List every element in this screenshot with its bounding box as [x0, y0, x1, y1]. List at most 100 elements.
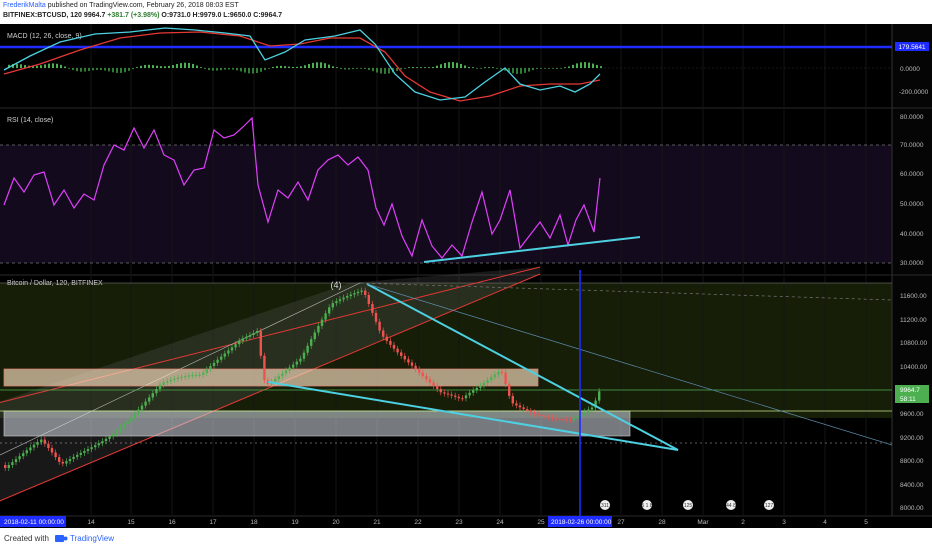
countdown-badge-text: 58:11 [900, 396, 916, 403]
candle [187, 375, 190, 377]
macd-histogram-bar [168, 65, 170, 68]
candle [554, 418, 558, 420]
event-marker-label: 311 [601, 503, 609, 509]
candle [493, 374, 496, 378]
macd-histogram-bar [184, 62, 186, 68]
time-axis-label: 23 [455, 519, 463, 526]
rsi-title: RSI (14, close) [7, 117, 53, 124]
macd-histogram-bar [500, 68, 502, 70]
macd-histogram-bar [564, 67, 566, 68]
macd-histogram-bar [124, 68, 126, 73]
macd-histogram-bar [356, 68, 358, 69]
candle [572, 418, 576, 420]
candle [108, 436, 111, 439]
candle [533, 412, 536, 414]
macd-histogram-bar [436, 65, 438, 68]
author-name[interactable]: FrederikMalta [3, 2, 46, 9]
macd-histogram-bar [536, 68, 538, 69]
macd-histogram-bar [576, 63, 578, 68]
candle [65, 461, 68, 464]
candle [385, 336, 388, 341]
candle [263, 355, 266, 381]
tradingview-logo-icon[interactable] [54, 533, 68, 544]
candle [47, 443, 50, 449]
tradingview-brand[interactable]: TradingView [70, 534, 114, 543]
candle [526, 409, 529, 411]
price-tick-8400: 8400.00 [900, 482, 924, 489]
candle [295, 361, 298, 365]
macd-histogram-bar [472, 67, 474, 68]
macd-histogram-bar [104, 68, 106, 71]
macd-histogram-bar [552, 68, 554, 69]
macd-histogram-bar [324, 63, 326, 68]
macd-histogram-bar [328, 64, 330, 68]
candle [227, 350, 230, 354]
macd-histogram-bar [336, 67, 338, 68]
price-axis[interactable] [892, 24, 932, 516]
macd-histogram-bar [524, 68, 526, 73]
candle [281, 373, 284, 377]
rsi-tick-60: 60.0000 [900, 171, 924, 178]
macd-histogram-bar [80, 68, 82, 72]
candle [223, 353, 226, 357]
candle [331, 303, 334, 308]
high-value: H:9979.0 [192, 12, 222, 19]
candle [403, 355, 406, 360]
candle [162, 382, 165, 385]
candle [230, 347, 234, 351]
event-marker[interactable]: 311 [600, 500, 610, 510]
price-tick-10800: 10800.00 [900, 340, 927, 347]
candle [522, 407, 525, 410]
candle [410, 362, 414, 366]
candle [256, 330, 259, 334]
chart-canvas[interactable]: MACD (12, 26, close, 9) 179.5641 0.0000 … [0, 24, 932, 528]
macd-histogram-bar [440, 64, 442, 68]
candle [598, 391, 601, 401]
macd-histogram-bar [432, 66, 434, 68]
macd-histogram-bar [136, 67, 138, 68]
macd-histogram-bar [364, 68, 366, 69]
last-price-badge-text: 9964.7 [900, 387, 920, 394]
macd-histogram-bar [492, 67, 494, 68]
candle [374, 312, 378, 322]
macd-histogram-bar [540, 68, 542, 69]
candle [515, 403, 518, 406]
low-value: L:9650.0 [223, 12, 252, 19]
macd-histogram-bar [396, 68, 398, 71]
candle [241, 338, 244, 341]
macd-histogram-bar [548, 68, 550, 69]
candle [112, 433, 115, 437]
start-date-badge-text: 2018-02-11 00:00:00 [4, 519, 64, 526]
event-marker[interactable]: 127 [764, 500, 774, 510]
candle [130, 417, 133, 421]
symbol[interactable]: BITFINEX:BTCUSD, 120 [3, 12, 82, 19]
macd-histogram-bar [96, 68, 98, 70]
macd-histogram-bar [252, 68, 254, 74]
candle [205, 369, 208, 373]
candle [562, 419, 565, 421]
macd-histogram-bar [368, 68, 370, 70]
macd-histogram-bar [484, 67, 486, 68]
time-axis-label: Mar [697, 519, 709, 526]
candle [137, 409, 140, 414]
candle [158, 384, 162, 389]
candle [284, 370, 288, 374]
time-axis-label: 24 [496, 519, 504, 526]
macd-histogram-bar [456, 62, 458, 68]
time-axis-label: 28 [658, 519, 666, 526]
price-tick-11600: 11600.00 [900, 293, 927, 300]
candle [126, 420, 129, 425]
candle [421, 372, 424, 377]
support-zone[interactable] [3, 410, 631, 437]
candle [392, 344, 396, 349]
candle [292, 364, 295, 368]
candle [212, 362, 216, 367]
macd-histogram-bar [272, 66, 274, 68]
macd-histogram-bar [152, 65, 154, 68]
last-price: 9964.7 [83, 12, 106, 19]
macd-histogram-bar [260, 68, 262, 72]
candle [94, 445, 97, 448]
cursor-date-badge-text: 2018-02-26 00:00:00 [551, 519, 612, 526]
event-marker[interactable]: 125 [683, 500, 693, 510]
candle [155, 388, 158, 394]
